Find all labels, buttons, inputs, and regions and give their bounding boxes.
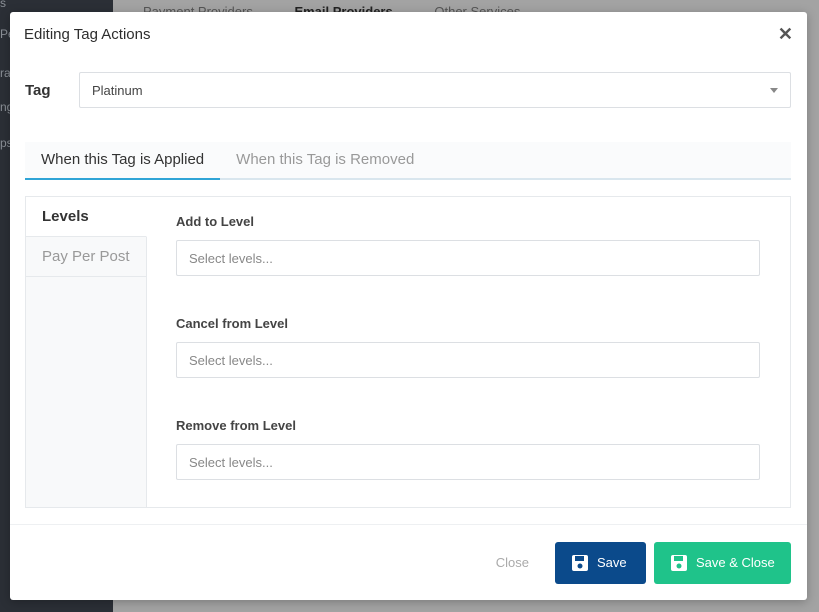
add-to-level-field: Add to Level Select levels... <box>176 214 790 276</box>
edit-tag-actions-modal: Editing Tag Actions ✕ Tag Platinum When … <box>10 12 807 600</box>
side-nav-item-levels[interactable]: Levels <box>26 197 147 237</box>
floppy-disk-icon <box>572 554 588 571</box>
tab-content: Levels Pay Per Post Add to Level Select … <box>25 196 791 508</box>
tag-row: Tag Platinum <box>25 72 791 108</box>
side-nav-item-pay-per-post[interactable]: Pay Per Post <box>26 237 146 277</box>
bg-sidebar-fragment: s <box>0 0 6 10</box>
add-to-level-input[interactable]: Select levels... <box>176 240 760 276</box>
modal-footer: Close Save Save & Close <box>10 524 807 600</box>
field-label: Remove from Level <box>176 418 296 433</box>
cancel-from-level-field: Cancel from Level Select levels... <box>176 316 790 378</box>
remove-from-level-field: Remove from Level Select levels... <box>176 418 790 480</box>
cancel-from-level-input[interactable]: Select levels... <box>176 342 760 378</box>
side-nav: Levels Pay Per Post <box>26 197 147 507</box>
field-label: Cancel from Level <box>176 316 288 331</box>
save-button-label: Save <box>597 555 627 570</box>
remove-from-level-input[interactable]: Select levels... <box>176 444 760 480</box>
modal-title: Editing Tag Actions <box>24 25 151 43</box>
tab-when-applied[interactable]: When this Tag is Applied <box>25 142 221 180</box>
save-and-close-button-label: Save & Close <box>696 555 775 570</box>
levels-form: Add to Level Select levels... Cancel fro… <box>147 197 790 507</box>
tag-select[interactable]: Platinum <box>79 72 791 108</box>
save-button[interactable]: Save <box>555 541 646 584</box>
field-label: Add to Level <box>176 214 255 229</box>
tag-select-value: Platinum <box>92 82 143 98</box>
tag-label: Tag <box>25 81 51 99</box>
close-icon[interactable]: ✕ <box>778 24 793 45</box>
modal-header: Editing Tag Actions ✕ <box>10 12 807 56</box>
save-and-close-button[interactable]: Save & Close <box>654 541 791 584</box>
floppy-disk-icon <box>671 554 687 571</box>
chevron-down-icon <box>770 87 778 93</box>
close-button[interactable]: Close <box>496 555 529 570</box>
tab-when-removed[interactable]: When this Tag is Removed <box>220 142 430 178</box>
tag-action-tabs: When this Tag is Applied When this Tag i… <box>25 142 791 180</box>
